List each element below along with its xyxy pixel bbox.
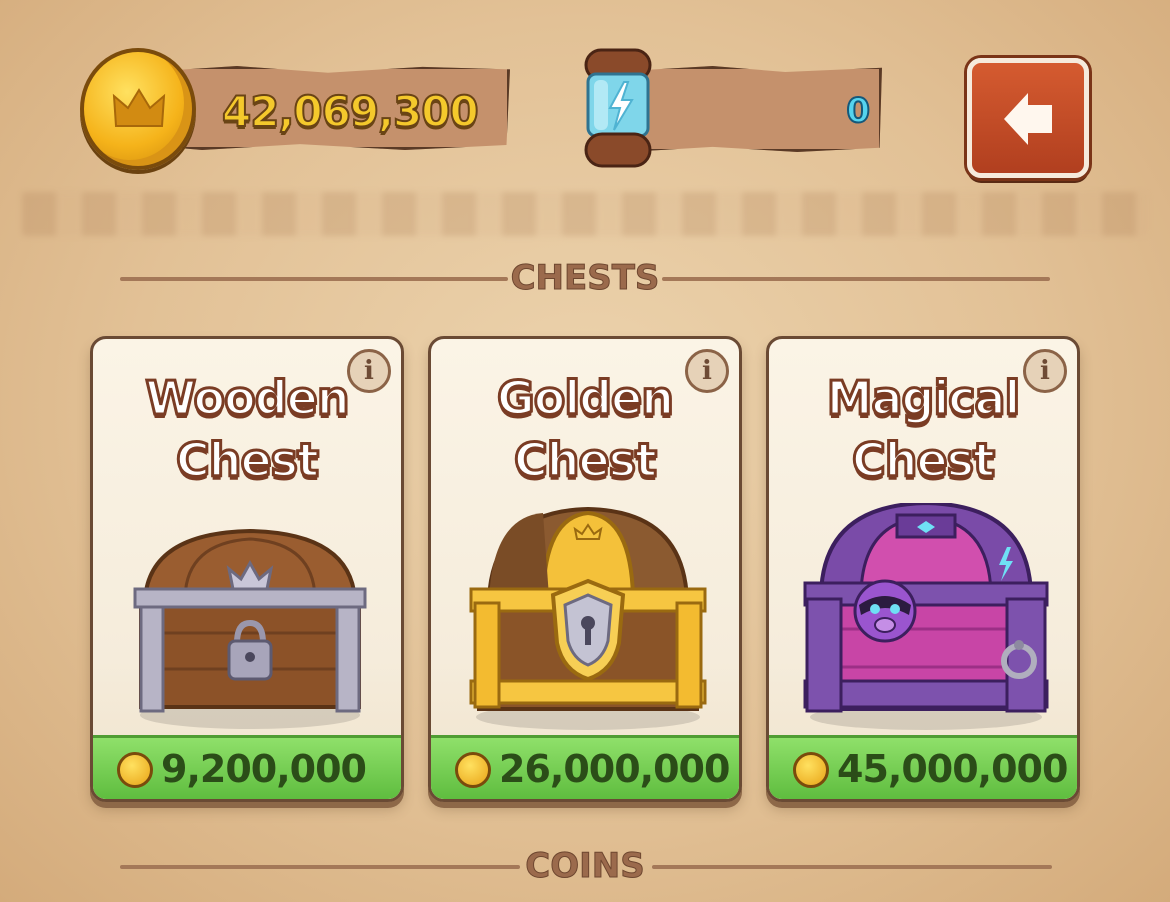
magical-chest-card[interactable]: i Magical Chest 45,000,000 bbox=[766, 336, 1080, 802]
coin-icon bbox=[80, 48, 196, 170]
chest-price: 26,000,000 bbox=[499, 747, 730, 791]
chest-name-line1: Magical bbox=[825, 370, 1022, 427]
chest-name-line2: Chest bbox=[850, 432, 996, 489]
divider-line-right bbox=[662, 277, 1050, 281]
coins-section-header: COINS bbox=[0, 844, 1170, 888]
magical-chest-icon bbox=[803, 503, 1049, 730]
coin-icon bbox=[117, 752, 153, 788]
chest-name: Magical Chest bbox=[769, 367, 1077, 491]
spin-balance: 0 bbox=[845, 90, 871, 132]
chest-name: Golden Chest bbox=[431, 367, 739, 491]
back-arrow-icon bbox=[1004, 93, 1052, 145]
chest-price: 9,200,000 bbox=[161, 747, 367, 791]
golden-chest-icon bbox=[469, 506, 707, 730]
blurred-text-strip bbox=[22, 192, 1148, 236]
price-bar[interactable]: 9,200,000 bbox=[93, 735, 401, 799]
chest-name: Wooden Chest bbox=[93, 367, 401, 491]
chest-price: 45,000,000 bbox=[837, 747, 1068, 791]
chest-name-line2: Chest bbox=[174, 432, 320, 489]
wooden-chest-icon bbox=[133, 528, 367, 729]
chest-name-line1: Wooden bbox=[144, 370, 351, 427]
golden-chest-card[interactable]: i Golden Chest 26,000,000 bbox=[428, 336, 742, 802]
chest-name-line2: Chest bbox=[512, 432, 658, 489]
coin-balance: 42,069,300 bbox=[221, 86, 480, 137]
top-bar: 42,069,300 0 bbox=[0, 0, 1170, 190]
coin-icon bbox=[793, 752, 829, 788]
wooden-chest-card[interactable]: i Wooden Chest 9,200,000 bbox=[90, 336, 404, 802]
price-bar[interactable]: 45,000,000 bbox=[769, 735, 1077, 799]
back-button[interactable] bbox=[967, 58, 1089, 178]
price-bar[interactable]: 26,000,000 bbox=[431, 735, 739, 799]
chest-name-line1: Golden bbox=[495, 370, 675, 427]
coin-icon bbox=[455, 752, 491, 788]
chests-section-header: CHESTS bbox=[0, 256, 1170, 300]
energy-capsule-icon bbox=[578, 46, 658, 170]
divider-line-right bbox=[652, 865, 1052, 869]
